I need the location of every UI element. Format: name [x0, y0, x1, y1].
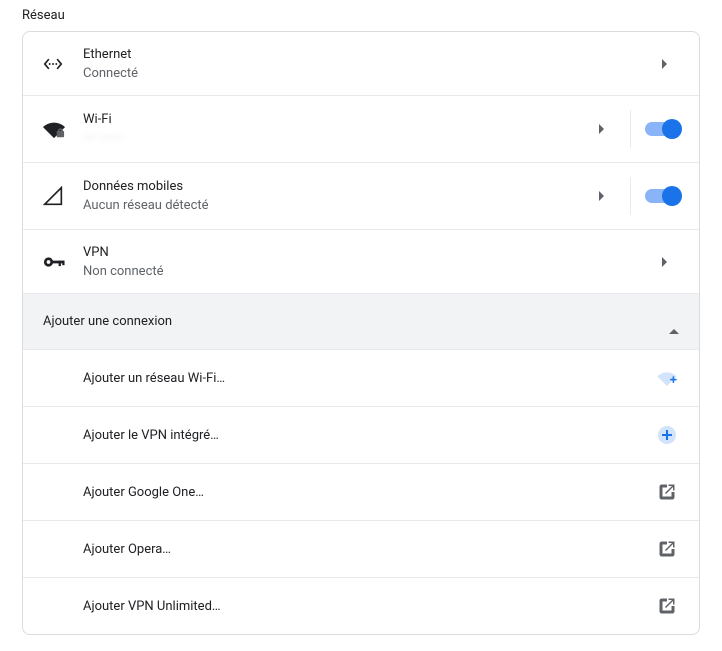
- wifi-row[interactable]: Wi-Fi ··· ·····: [23, 96, 699, 163]
- ethernet-icon: [43, 54, 83, 74]
- wifi-lock-icon: [43, 119, 83, 139]
- plus-circle-icon: [655, 423, 679, 447]
- add-opera-label: Ajouter Opera…: [83, 542, 655, 557]
- ethernet-subtitle: Connecté: [83, 66, 649, 81]
- signal-icon: [43, 186, 83, 206]
- mobile-toggle[interactable]: [645, 189, 679, 203]
- mobile-subtitle: Aucun réseau détecté: [83, 198, 586, 213]
- wifi-add-icon: [655, 366, 679, 390]
- chevron-up-icon: [669, 314, 679, 329]
- vpn-row[interactable]: VPN Non connecté: [23, 230, 699, 294]
- divider: [630, 110, 631, 148]
- add-vpn-unlimited-item[interactable]: Ajouter VPN Unlimited…: [23, 578, 699, 634]
- add-wifi-item[interactable]: Ajouter un réseau Wi-Fi…: [23, 350, 699, 407]
- vpn-subtitle: Non connecté: [83, 264, 649, 279]
- add-builtin-vpn-label: Ajouter le VPN intégré…: [83, 428, 655, 443]
- wifi-toggle[interactable]: [645, 122, 679, 136]
- add-google-one-item[interactable]: Ajouter Google One…: [23, 464, 699, 521]
- add-vpn-unlimited-label: Ajouter VPN Unlimited…: [83, 599, 655, 614]
- add-builtin-vpn-item[interactable]: Ajouter le VPN intégré…: [23, 407, 699, 464]
- external-link-icon: [655, 480, 679, 504]
- external-link-icon: [655, 537, 679, 561]
- divider: [630, 177, 631, 215]
- chevron-right-icon: [586, 191, 616, 201]
- add-connection-header[interactable]: Ajouter une connexion: [23, 294, 699, 350]
- external-link-icon: [655, 594, 679, 618]
- network-card: Ethernet Connecté Wi-Fi ··· ····· Donnée…: [22, 31, 700, 635]
- vpn-key-icon: [43, 256, 83, 268]
- ethernet-row[interactable]: Ethernet Connecté: [23, 32, 699, 96]
- vpn-title: VPN: [83, 245, 649, 260]
- ethernet-title: Ethernet: [83, 47, 649, 62]
- chevron-right-icon: [649, 257, 679, 267]
- chevron-right-icon: [586, 124, 616, 134]
- section-title: Réseau: [0, 0, 722, 31]
- wifi-title: Wi-Fi: [83, 112, 586, 127]
- mobile-title: Données mobiles: [83, 179, 586, 194]
- add-connection-label: Ajouter une connexion: [43, 314, 172, 329]
- chevron-right-icon: [649, 59, 679, 69]
- wifi-subtitle: ··· ·····: [83, 131, 586, 146]
- mobile-data-row[interactable]: Données mobiles Aucun réseau détecté: [23, 163, 699, 230]
- add-wifi-label: Ajouter un réseau Wi-Fi…: [83, 371, 655, 386]
- add-google-one-label: Ajouter Google One…: [83, 485, 655, 500]
- add-opera-item[interactable]: Ajouter Opera…: [23, 521, 699, 578]
